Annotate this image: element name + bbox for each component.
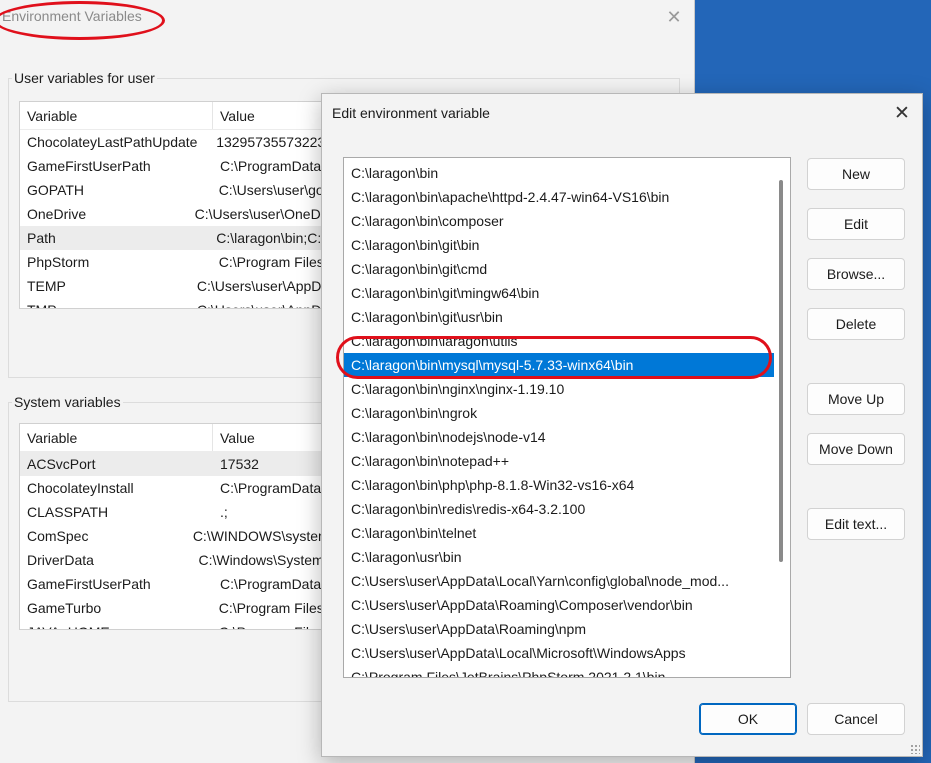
path-list-item[interactable]: C:\laragon\bin\telnet (344, 521, 774, 545)
path-list-item[interactable]: C:\Users\user\AppData\Roaming\npm (344, 617, 774, 641)
value-cell: C:\Users\user\AppData (190, 298, 323, 308)
edit-button[interactable]: Edit (807, 208, 905, 240)
cancel-button[interactable]: Cancel (807, 703, 905, 735)
column-value[interactable]: Value (213, 424, 255, 451)
close-icon[interactable]: ✕ (890, 102, 914, 126)
variable-cell: ChocolateyLastPathUpdate (27, 134, 198, 150)
variable-cell: TMP (20, 298, 190, 308)
dialog-title: Edit environment variable (332, 105, 490, 121)
variable-cell: GameFirstUserPath (27, 576, 151, 592)
variable-cell: ChocolateyInstall (27, 480, 134, 496)
path-list-item[interactable]: C:\Users\user\AppData\Roaming\Composer\v… (344, 593, 774, 617)
path-list-item[interactable]: C:\laragon\bin\redis\redis-x64-3.2.100 (344, 497, 774, 521)
browse-button[interactable]: Browse... (807, 258, 905, 290)
variable-cell: ACSvcPort (27, 456, 96, 472)
value-cell: C:\ProgramData (220, 480, 322, 496)
table-row[interactable]: GameFirstUserPath C:\ProgramData (20, 572, 323, 596)
table-row[interactable]: GOPATH C:\Users\user\go (20, 178, 323, 202)
move-up-button[interactable]: Move Up (807, 383, 905, 415)
path-list-item[interactable]: C:\laragon\bin\git\bin (344, 233, 774, 257)
value-cell: C:\Users\user\AppData (196, 278, 323, 294)
path-list-item[interactable]: C:\laragon\bin\ngrok (344, 401, 774, 425)
column-variable[interactable]: Variable (20, 424, 213, 451)
table-row[interactable]: Path C:\laragon\bin;C:\ (20, 226, 323, 250)
path-list-item[interactable]: C:\laragon\usr\bin (344, 545, 774, 569)
system-variables-table[interactable]: Variable Value ACSvcPort 17532 ChocolateyI… (19, 423, 324, 630)
path-list-item[interactable]: C:\laragon\bin\notepad++ (344, 449, 774, 473)
edit-text-button[interactable]: Edit text... (807, 508, 905, 540)
table-row[interactable]: CLASSPATH.; (20, 500, 323, 524)
table-row[interactable]: GameTurbo C:\Program Files (20, 596, 323, 620)
system-variables-label: System variables (12, 394, 123, 410)
table-row[interactable]: DriverData C:\Windows\System32 (20, 548, 323, 572)
value-cell: 13295735573223 (216, 134, 323, 150)
value-cell: C:\Program Files (212, 620, 323, 629)
variable-cell: PhpStorm (27, 254, 90, 270)
value-cell: C:\Users\user\go (218, 182, 323, 198)
table-row[interactable]: TEMP C:\Users\user\AppData (20, 274, 323, 298)
delete-button[interactable]: Delete (807, 308, 905, 340)
value-cell: C:\ProgramData (220, 576, 322, 592)
path-list-item[interactable]: C:\laragon\bin\git\usr\bin (344, 305, 774, 329)
table-header: Variable Value (20, 424, 323, 452)
vertical-scrollbar[interactable] (779, 180, 783, 562)
path-list-item[interactable]: C:\Program Files\JetBrains\PhpStorm 2021… (344, 665, 774, 677)
variable-cell: CLASSPATH (27, 504, 109, 520)
variable-cell: GOPATH (27, 182, 85, 198)
variable-cell: GameFirstUserPath (27, 158, 151, 174)
resize-grip-icon[interactable] (910, 744, 920, 754)
path-list-item[interactable]: C:\laragon\bin\composer (344, 209, 774, 233)
table-row[interactable]: ChocolateyLastPathUpdate 13295735573223 (20, 130, 323, 154)
value-cell: C:\WINDOWS\system32 (192, 528, 323, 544)
table-row[interactable]: GameFirstUserPath C:\ProgramData (20, 154, 323, 178)
value-cell: C:\Windows\System32 (198, 552, 323, 568)
value-cell: C:\Program Files (218, 600, 323, 616)
path-list-item[interactable]: C:\Users\user\AppData\Local\Yarn\config\… (344, 569, 774, 593)
value-cell: C:\Program Files (218, 254, 323, 270)
value-cell: C:\laragon\bin;C:\ (216, 230, 323, 246)
variable-cell: OneDrive (27, 206, 87, 222)
column-variable[interactable]: Variable (20, 102, 213, 129)
user-variables-table[interactable]: Variable Value ChocolateyLastPathUpdate 1… (19, 101, 324, 309)
path-list-item[interactable]: C:\laragon\bin\git\mingw64\bin (344, 281, 774, 305)
path-list-item[interactable]: C:\laragon\bin (344, 161, 774, 185)
column-value[interactable]: Value (213, 102, 255, 129)
variable-cell: DriverData (27, 552, 94, 568)
path-list[interactable]: C:\laragon\bin C:\laragon\bin\apache\http… (343, 157, 791, 678)
path-list-item[interactable]: C:\laragon\bin\php\php-8.1.8-Win32-vs16-… (344, 473, 774, 497)
annotation-ellipse (336, 336, 772, 379)
path-list-item[interactable]: C:\laragon\bin\nodejs\node-v14 (344, 425, 774, 449)
variable-cell: GameTurbo (27, 600, 102, 616)
new-button[interactable]: New (807, 158, 905, 190)
variable-cell: JAVA_HOME (20, 620, 212, 629)
variable-cell: TEMP (27, 278, 66, 294)
value-cell: 17532 (220, 456, 259, 472)
close-icon[interactable]: ✕ (663, 6, 685, 28)
table-row[interactable]: OneDrive C:\Users\user\OneDrive (20, 202, 323, 226)
variable-cell: Path (27, 230, 56, 246)
table-row[interactable]: ACSvcPort 17532 (20, 452, 323, 476)
edit-environment-variable-dialog: Edit environment variable ✕ C:\laragon\b… (321, 93, 923, 757)
ok-button[interactable]: OK (699, 703, 797, 735)
path-list-item[interactable]: C:\laragon\bin\apache\httpd-2.4.47-win64… (344, 185, 774, 209)
move-down-button[interactable]: Move Down (807, 433, 905, 465)
path-list-item[interactable]: C:\laragon\bin\git\cmd (344, 257, 774, 281)
table-row[interactable]: JAVA_HOMEC:\Program Files (20, 620, 323, 629)
path-list-item[interactable]: C:\Users\user\AppData\Local\Microsoft\Wi… (344, 641, 774, 665)
value-cell: C:\ProgramData (220, 158, 322, 174)
annotation-ellipse (0, 1, 165, 40)
path-list-item[interactable]: C:\laragon\bin\nginx\nginx-1.19.10 (344, 377, 774, 401)
user-variables-label: User variables for user (12, 70, 157, 86)
value-cell: .; (220, 504, 228, 520)
table-row[interactable]: PhpStorm C:\Program Files (20, 250, 323, 274)
variable-cell: ComSpec (27, 528, 89, 544)
table-header: Variable Value (20, 102, 323, 130)
value-cell: C:\Users\user\OneDrive (194, 206, 323, 222)
table-row[interactable]: ComSpec C:\WINDOWS\system32 (20, 524, 323, 548)
table-row[interactable]: TMPC:\Users\user\AppData (20, 298, 323, 308)
table-row[interactable]: ChocolateyInstall C:\ProgramData (20, 476, 323, 500)
